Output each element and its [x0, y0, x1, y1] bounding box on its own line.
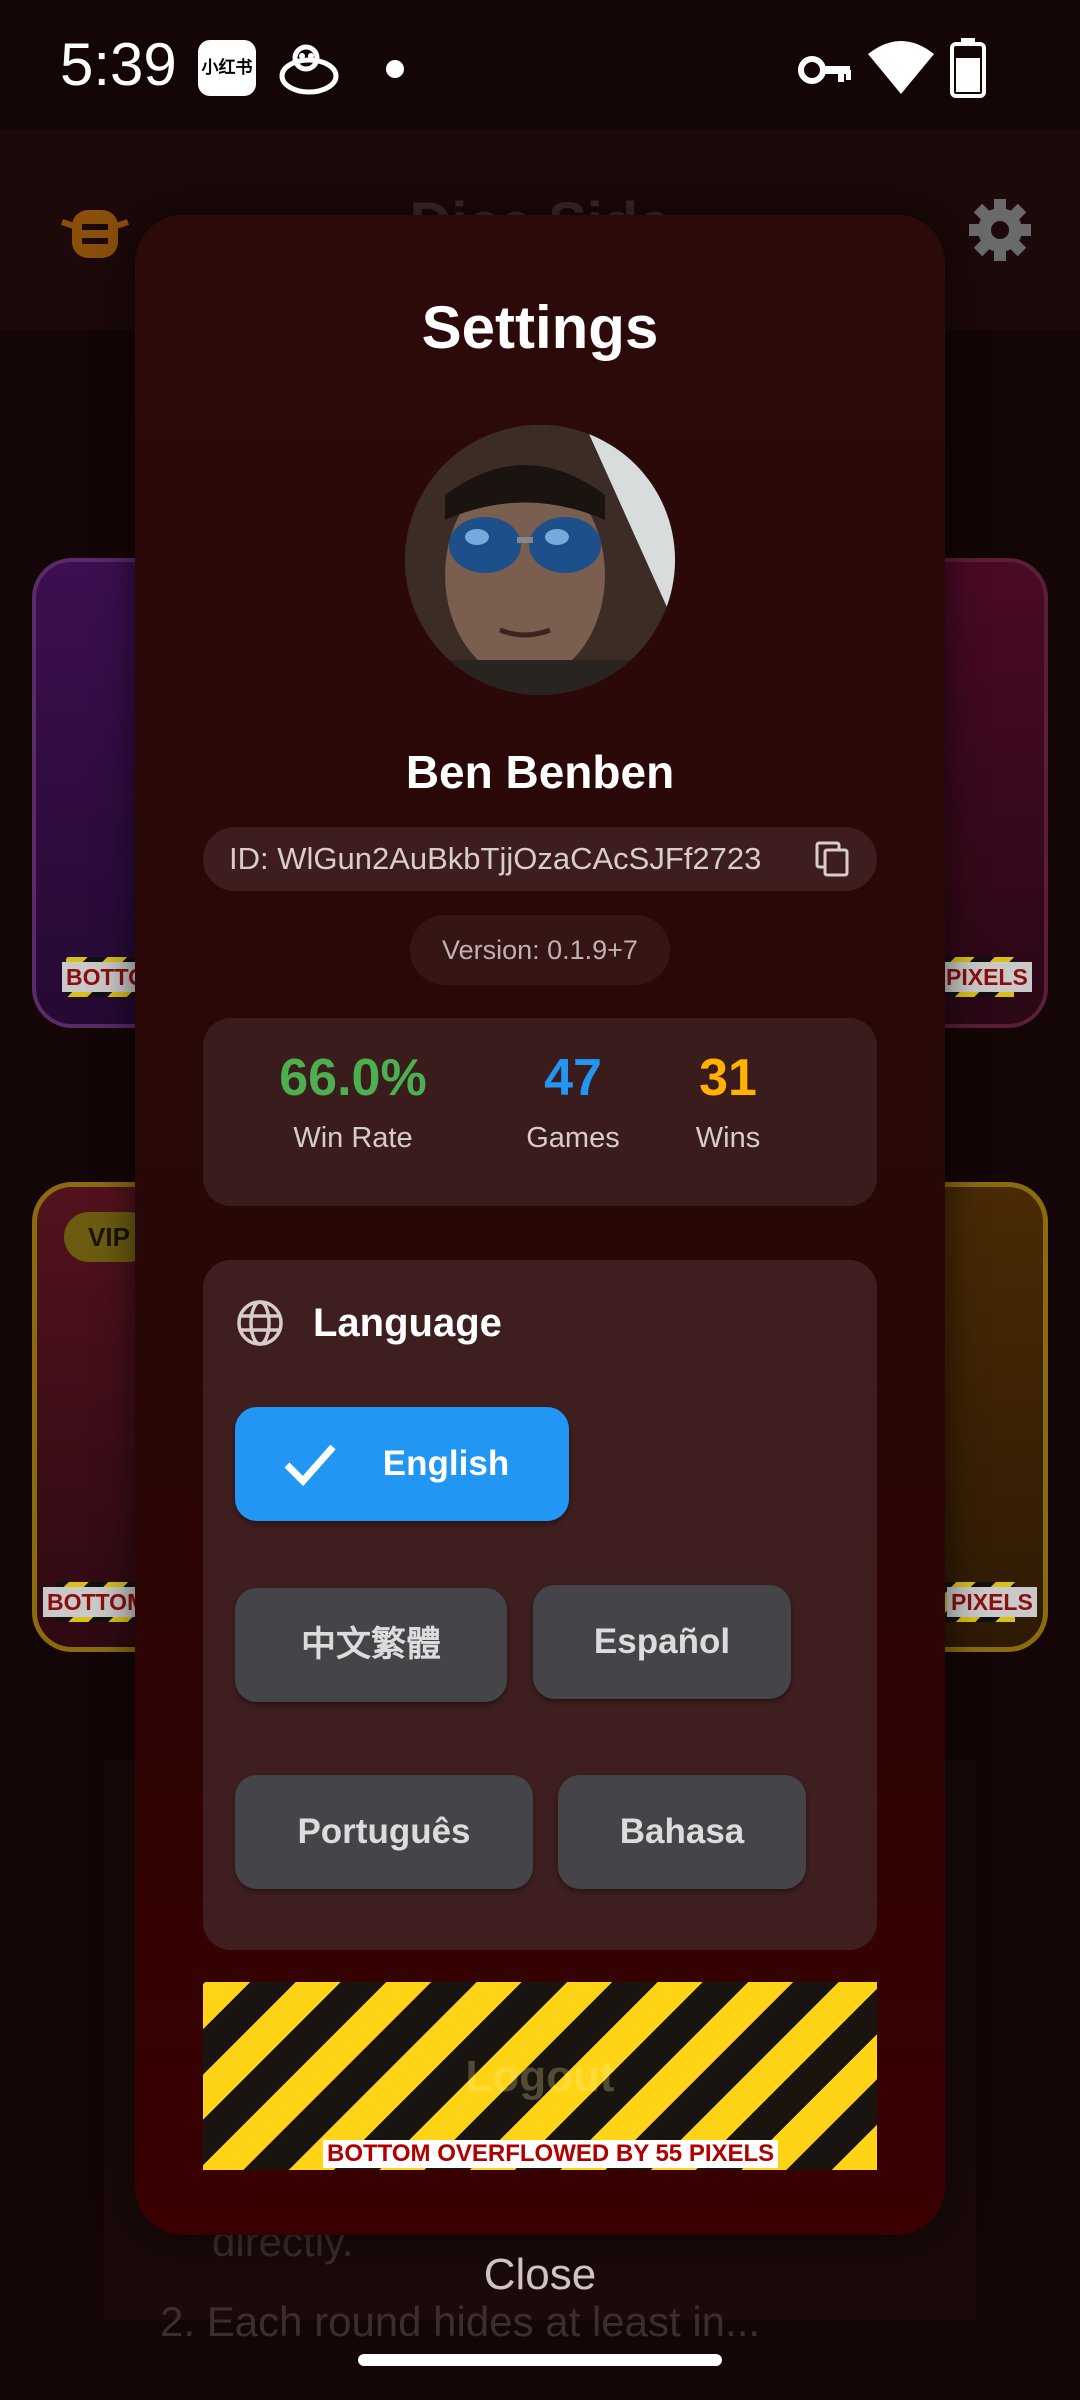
- notification-dot-icon: [386, 60, 404, 78]
- background-text: 2. Each round hides at least in...: [160, 2298, 761, 2345]
- settings-dialog: Settings Ben Benben ID: WlGun2AuBkbTjjOz…: [135, 215, 945, 2235]
- stat-value: 31: [699, 1049, 757, 1107]
- language-option-label: English: [382, 1444, 510, 1483]
- status-time: 5:39: [60, 31, 177, 98]
- avatar-photo: [405, 425, 675, 695]
- home-indicator[interactable]: [358, 2354, 722, 2366]
- stat-label: Win Rate: [293, 1122, 413, 1154]
- game-app-icon: [279, 44, 339, 95]
- vpn-key-icon: [798, 56, 851, 84]
- overflow-warning-label: BOTTOM OVERFLOWED BY 55 PIXELS: [323, 2140, 779, 2168]
- language-section: Language English 中文繁體 Español Português …: [203, 1260, 877, 1950]
- overflow-label: PIXELS: [942, 962, 1032, 992]
- stat-label: Games: [526, 1122, 620, 1154]
- language-option-label: Bahasa: [619, 1812, 745, 1851]
- status-bar: 5:39 小红书: [0, 0, 1080, 130]
- xiaohongshu-app-icon: 小红书: [198, 40, 256, 96]
- gear-icon[interactable]: [965, 195, 1035, 265]
- language-option-label: Español: [593, 1622, 731, 1661]
- close-button[interactable]: Close: [0, 2250, 1080, 2300]
- user-name: Ben Benben: [405, 746, 675, 798]
- stat-win-rate: 66.0% Win Rate: [263, 1048, 443, 1155]
- language-option-label: Português: [297, 1812, 471, 1851]
- stat-value: 47: [544, 1049, 602, 1107]
- user-id-text: ID: WlGun2AuBkbTjjOzaCAcSJFf2723: [229, 841, 762, 876]
- language-option-spanish[interactable]: Español: [533, 1585, 791, 1699]
- avatar[interactable]: [405, 425, 675, 695]
- wifi-icon: [868, 41, 934, 94]
- language-option-bahasa[interactable]: Bahasa: [558, 1775, 806, 1889]
- stat-value: 66.0%: [279, 1049, 427, 1107]
- check-icon: [284, 1444, 336, 1487]
- language-option-portuguese[interactable]: Português: [235, 1775, 533, 1889]
- dialog-title: Settings: [421, 294, 659, 361]
- user-id-pill[interactable]: ID: WlGun2AuBkbTjjOzaCAcSJFf2723: [203, 827, 877, 891]
- globe-icon: [237, 1300, 283, 1346]
- language-option-chinese-traditional[interactable]: 中文繁體: [235, 1588, 507, 1702]
- stat-label: Wins: [695, 1122, 761, 1154]
- overflow-warning-area: Logout BOTTOM OVERFLOWED BY 55 PIXELS: [203, 1982, 877, 2170]
- stat-wins: 31 Wins: [668, 1048, 788, 1155]
- language-option-english[interactable]: English: [235, 1407, 569, 1521]
- language-title: Language: [313, 1301, 502, 1345]
- overflow-label: PIXELS: [947, 1587, 1037, 1617]
- battery-icon: [950, 38, 986, 98]
- stats-panel: 66.0% Win Rate 47 Games 31 Wins: [203, 1018, 877, 1206]
- language-option-label: 中文繁體: [300, 1625, 441, 1664]
- stat-games: 47 Games: [503, 1048, 643, 1155]
- copy-icon[interactable]: [815, 841, 851, 877]
- logout-button[interactable]: Logout: [203, 2052, 877, 2102]
- version-pill: Version: 0.1.9+7: [410, 915, 670, 985]
